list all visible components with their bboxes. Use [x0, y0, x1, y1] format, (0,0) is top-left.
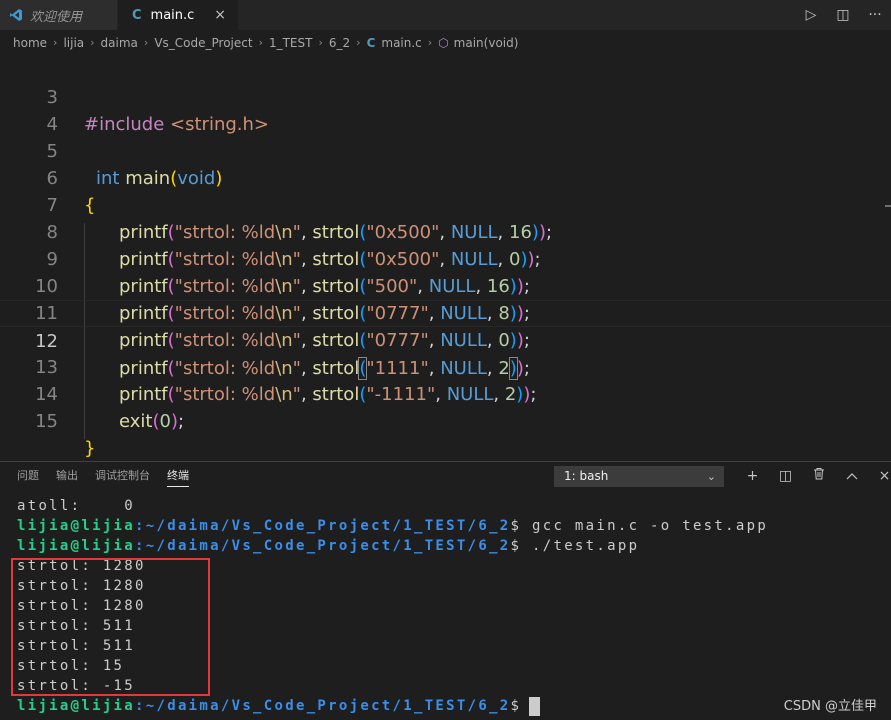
- panel-tab-bar: 问题 输出 调试控制台 终端: [0, 462, 206, 490]
- trash-icon[interactable]: [802, 466, 835, 487]
- chevron-right-icon: ›: [143, 36, 149, 49]
- c-file-icon: C: [366, 35, 376, 50]
- chevron-right-icon: ›: [427, 36, 433, 49]
- run-icon[interactable]: ▷: [795, 7, 827, 23]
- code-line: 6 {: [0, 138, 891, 216]
- prompt-user: lijia@lijia: [17, 698, 136, 714]
- breadcrumb-item[interactable]: daima: [101, 36, 138, 50]
- tab-welcome-label: 欢迎使用: [30, 9, 83, 25]
- breadcrumb-file[interactable]: main.c: [381, 36, 421, 50]
- breadcrumb-item[interactable]: 1_TEST: [269, 36, 313, 50]
- code-line: 7 printf("strtol: %ld\n", strtol("0x500"…: [0, 165, 891, 243]
- tab-main-c[interactable]: C main.c ×: [118, 0, 238, 30]
- code-token: exit: [119, 411, 153, 432]
- chevron-right-icon: ›: [356, 36, 361, 49]
- terminal-command: gcc main.c -o test.app: [521, 518, 769, 534]
- tab-debug-console[interactable]: 调试控制台: [95, 462, 150, 490]
- panel-actions: + ◫ ×: [736, 466, 891, 487]
- terminal-line: lijia@lijia:~/daima/Vs_Code_Project/1_TE…: [17, 516, 768, 536]
- prompt-path: :~/daima/Vs_Code_Project/1_TEST/6_2: [135, 698, 511, 714]
- chevron-down-icon: ⌄: [706, 470, 716, 483]
- terminal-command: ./test.app: [521, 538, 640, 554]
- code-line: 3 #include <string.h>: [0, 57, 891, 135]
- chevron-right-icon: ›: [90, 36, 95, 49]
- terminal-line: lijia@lijia:~/daima/Vs_Code_Project/1_TE…: [17, 536, 639, 556]
- code-token: }: [84, 438, 96, 459]
- maximize-panel-icon[interactable]: [835, 466, 868, 487]
- tab-terminal[interactable]: 终端: [167, 462, 189, 490]
- prompt-path: :~/daima/Vs_Code_Project/1_TEST/6_2: [135, 518, 511, 534]
- editor-actions: ▷ ◫ ···: [795, 0, 891, 30]
- code-line: 15 }: [0, 381, 891, 459]
- terminal-select-value: 1: bash: [564, 469, 609, 483]
- prompt-user: lijia@lijia: [17, 538, 136, 554]
- code-line: 8 printf("strtol: %ld\n", strtol("0x500"…: [0, 192, 891, 270]
- code-editor[interactable]: 3 #include <string.h> 4 5 int main(void)…: [0, 57, 891, 459]
- tab-output[interactable]: 输出: [56, 462, 78, 490]
- split-editor-icon[interactable]: ◫: [827, 7, 859, 23]
- code-token: 0: [159, 411, 171, 432]
- code-line: 5 int main(void): [0, 111, 891, 189]
- code-line: 13 printf("strtol: %ld\n", strtol("-1111…: [0, 327, 891, 405]
- add-terminal-icon[interactable]: +: [736, 466, 769, 487]
- prompt-dollar: $: [510, 518, 522, 534]
- code-line: 4: [0, 84, 891, 135]
- tab-main-c-label: main.c: [150, 7, 195, 23]
- terminal-select[interactable]: 1: bash ⌄: [554, 466, 724, 487]
- tab-problems[interactable]: 问题: [17, 462, 39, 490]
- breadcrumb-item[interactable]: lijia: [63, 36, 84, 50]
- terminal-line: lijia@lijia:~/daima/Vs_Code_Project/1_TE…: [17, 696, 541, 716]
- vscode-logo-icon: [10, 9, 22, 21]
- symbol-method-icon: ⬡: [438, 35, 449, 50]
- terminal-cursor: [529, 696, 541, 716]
- code-line: 11 printf("strtol: %ld\n", strtol("0777"…: [0, 273, 891, 351]
- close-tab-icon[interactable]: ×: [214, 7, 226, 23]
- prompt-user: lijia@lijia: [17, 518, 136, 534]
- chevron-right-icon: ›: [258, 36, 263, 49]
- breadcrumb-item[interactable]: Vs_Code_Project: [154, 36, 252, 50]
- editor-tab-bar: 欢迎使用 C main.c × ▷ ◫ ···: [0, 0, 891, 30]
- close-panel-icon[interactable]: ×: [868, 466, 891, 487]
- breadcrumb-item[interactable]: 6_2: [329, 36, 350, 50]
- chevron-right-icon: ›: [53, 36, 58, 49]
- watermark: CSDN @立佳甲: [783, 699, 877, 714]
- line-number: 15: [35, 411, 58, 432]
- terminal-line: atoll: 0: [17, 498, 136, 514]
- prompt-dollar: $: [510, 698, 522, 714]
- breadcrumb-symbol[interactable]: main(void): [454, 36, 519, 50]
- breadcrumb: home › lijia › daima › Vs_Code_Project ›…: [0, 30, 891, 55]
- more-actions-icon[interactable]: ···: [859, 7, 891, 23]
- prompt-dollar: $: [510, 538, 522, 554]
- code-line: 14 exit(0);: [0, 354, 891, 432]
- code-line: 9 printf("strtol: %ld\n", strtol("500", …: [0, 219, 891, 297]
- chevron-right-icon: ›: [318, 36, 323, 49]
- code-line-current: 12 printf("strtol: %ld\n", strtol("1111"…: [0, 300, 891, 380]
- bottom-panel: 问题 输出 调试控制台 终端 1: bash ⌄ + ◫ × atoll: 0 …: [0, 461, 891, 720]
- prompt-path: :~/daima/Vs_Code_Project/1_TEST/6_2: [135, 538, 511, 554]
- split-terminal-icon[interactable]: ◫: [769, 466, 802, 487]
- highlight-box: [11, 558, 210, 696]
- breadcrumb-item[interactable]: home: [13, 36, 47, 50]
- code-line: 10 printf("strtol: %ld\n", strtol("0777"…: [0, 246, 891, 324]
- tab-welcome[interactable]: 欢迎使用: [0, 0, 117, 30]
- c-file-icon: C: [132, 7, 142, 23]
